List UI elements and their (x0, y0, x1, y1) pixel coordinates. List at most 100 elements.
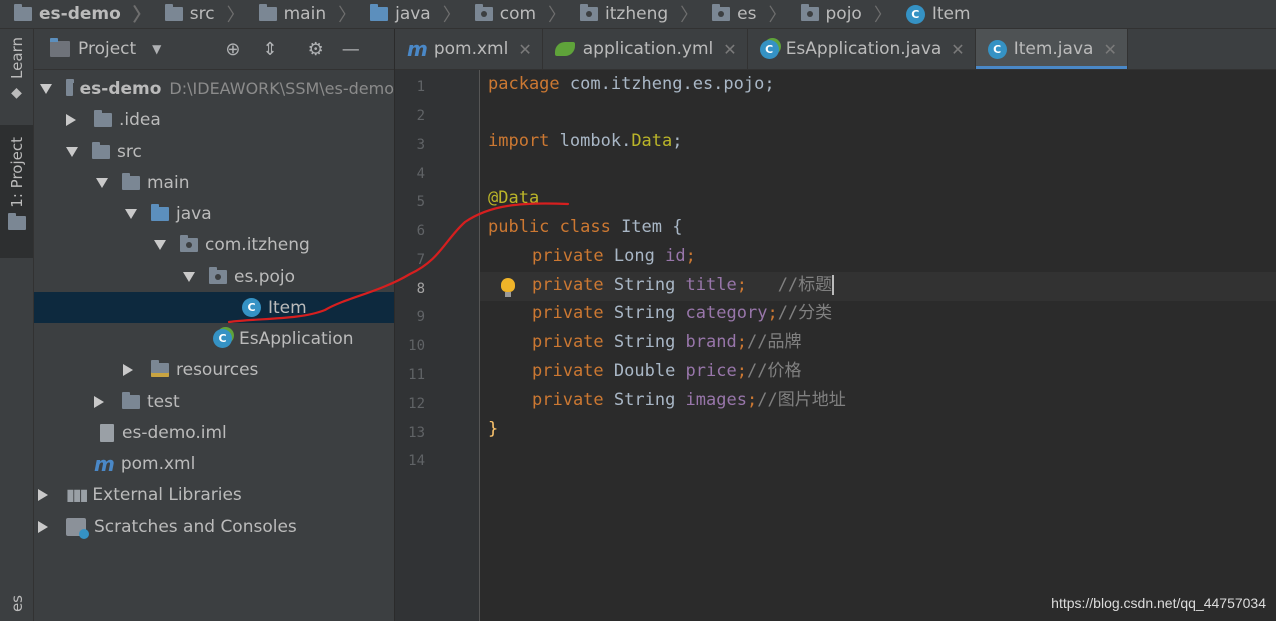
package-icon (180, 234, 198, 252)
tree-item-esapplication[interactable]: C EsApplication (34, 323, 394, 354)
resources-folder-icon (151, 359, 169, 377)
folder-icon (92, 141, 110, 159)
tree-item-com-itzheng[interactable]: com.itzheng (34, 229, 394, 260)
code-line: import lombok.Data; (488, 131, 683, 151)
hide-icon[interactable]: — (342, 39, 360, 60)
expand-arrow-icon[interactable] (183, 271, 195, 282)
class-icon: C (905, 4, 925, 24)
folder-icon (7, 212, 26, 230)
line-number: 14 (408, 453, 425, 469)
project-view-icon (50, 38, 70, 57)
line-number: 3 (416, 137, 425, 153)
tab-pom-xml[interactable]: m pom.xml ✕ (395, 29, 543, 69)
line-number: 5 (416, 194, 425, 210)
line-number: 8 (416, 281, 425, 297)
graduation-cap-icon: ◆ (11, 84, 22, 101)
breadcrumb-item-src[interactable]: src 〉 (151, 1, 245, 27)
tree-item-es-demo-iml[interactable]: es-demo.iml (34, 417, 394, 448)
tree-item-src[interactable]: src (34, 136, 394, 167)
breadcrumb: es-demo 〉 src 〉 main 〉 java 〉 com 〉 itzheng 〉 … (0, 0, 1276, 29)
file-icon (100, 423, 114, 442)
lightbulb-icon[interactable] (501, 278, 515, 297)
tree-item-es-pojo[interactable]: es.pojo (34, 261, 394, 292)
class-icon: C (987, 39, 1007, 59)
breadcrumb-item-project[interactable]: es-demo 〉 (0, 1, 151, 27)
collapse-arrow-icon[interactable] (94, 395, 104, 408)
spring-leaf-icon (554, 42, 575, 56)
line-number: 9 (416, 309, 425, 325)
editor-tabs: m pom.xml ✕ application.yml ✕ C EsApplic… (395, 29, 1276, 70)
spring-boot-class-icon: C (759, 39, 779, 59)
tree-item-external-libraries[interactable]: ▮▮▮ External Libraries (34, 479, 394, 510)
code-line: private String brand;//品牌 (532, 332, 802, 352)
folder-icon (122, 391, 140, 409)
source-folder-icon (370, 4, 389, 21)
tree-item-test[interactable]: test (34, 386, 394, 417)
learn-tool-tab[interactable]: Learn ◆ (0, 37, 33, 117)
project-view-title: Project (78, 39, 137, 59)
project-tool-tab[interactable]: 1: Project (0, 125, 33, 258)
locate-icon[interactable]: ⊕ (225, 39, 240, 60)
expand-arrow-icon[interactable] (40, 83, 52, 94)
close-icon[interactable]: ✕ (518, 40, 531, 59)
breadcrumb-item-item[interactable]: C Item (892, 4, 971, 24)
folder-icon (258, 4, 277, 21)
breadcrumb-item-itzheng[interactable]: itzheng 〉 (566, 1, 698, 27)
tab-esapplication-java[interactable]: C EsApplication.java ✕ (748, 29, 976, 69)
expand-arrow-icon[interactable] (66, 146, 78, 157)
collapse-arrow-icon[interactable] (123, 363, 133, 376)
folder-icon (122, 172, 140, 190)
tree-item-scratches[interactable]: Scratches and Consoles (34, 511, 394, 542)
breadcrumb-item-java[interactable]: java 〉 (356, 1, 461, 27)
code-line: } (488, 419, 499, 439)
library-icon: ▮▮▮ (66, 485, 88, 504)
watermark-text: https://blog.csdn.net/qq_44757034 (1051, 595, 1266, 611)
breadcrumb-item-pojo[interactable]: pojo 〉 (787, 1, 892, 27)
project-panel: Project ▼ ⊕ ⇕ ⚙ — es-demo D:\IDEAWORK\SS… (34, 29, 394, 621)
line-number: 2 (416, 108, 425, 124)
collapse-arrow-icon[interactable] (66, 113, 76, 126)
tree-item-idea[interactable]: .idea (34, 104, 394, 135)
view-dropdown-icon[interactable]: ▼ (152, 42, 161, 56)
package-icon (209, 266, 227, 284)
close-icon[interactable]: ✕ (1103, 40, 1116, 59)
code-line: package com.itzheng.es.pojo; (488, 74, 775, 94)
line-number: 1 (416, 79, 425, 95)
breadcrumb-item-com[interactable]: com 〉 (461, 1, 566, 27)
tree-item-main[interactable]: main (34, 167, 394, 198)
close-icon[interactable]: ✕ (723, 40, 736, 59)
maven-icon: m (407, 37, 428, 61)
module-folder-icon (14, 4, 32, 21)
tree-item-pom-xml[interactable]: m pom.xml (34, 448, 394, 479)
breadcrumb-item-es[interactable]: es 〉 (698, 1, 787, 27)
close-icon[interactable]: ✕ (951, 40, 964, 59)
class-icon: C (242, 298, 261, 317)
tab-item-java[interactable]: C Item.java ✕ (975, 29, 1128, 69)
gear-icon[interactable]: ⚙ (308, 39, 324, 60)
source-folder-icon (151, 203, 169, 221)
collapse-all-icon[interactable]: ⇕ (263, 39, 278, 60)
line-number: 4 (416, 166, 425, 182)
services-tool-tab[interactable]: es (0, 595, 33, 621)
maven-icon: m (94, 451, 115, 476)
tree-item-java[interactable]: java (34, 198, 394, 229)
collapse-arrow-icon[interactable] (38, 520, 48, 533)
package-icon (474, 4, 493, 21)
folder-icon (164, 4, 183, 21)
line-number: 7 (416, 252, 425, 268)
expand-arrow-icon[interactable] (125, 208, 137, 219)
tree-item-es-demo[interactable]: es-demo D:\IDEAWORK\SSM\es-demo (34, 73, 394, 104)
tree-item-item[interactable]: C Item (34, 292, 394, 323)
expand-arrow-icon[interactable] (96, 177, 108, 188)
line-number: 10 (408, 338, 425, 354)
breadcrumb-item-main[interactable]: main 〉 (245, 1, 356, 27)
code-line: @Data (488, 188, 540, 208)
code-line: private String title; //标题 (532, 275, 835, 295)
code-line: public class Item { (488, 217, 683, 237)
left-tool-strip: Learn ◆ 1: Project es (0, 29, 34, 621)
collapse-arrow-icon[interactable] (38, 488, 48, 501)
expand-arrow-icon[interactable] (154, 239, 166, 250)
tree-item-resources[interactable]: resources (34, 354, 394, 385)
line-number: 6 (416, 223, 425, 239)
tab-application-yml[interactable]: application.yml ✕ (543, 29, 748, 69)
